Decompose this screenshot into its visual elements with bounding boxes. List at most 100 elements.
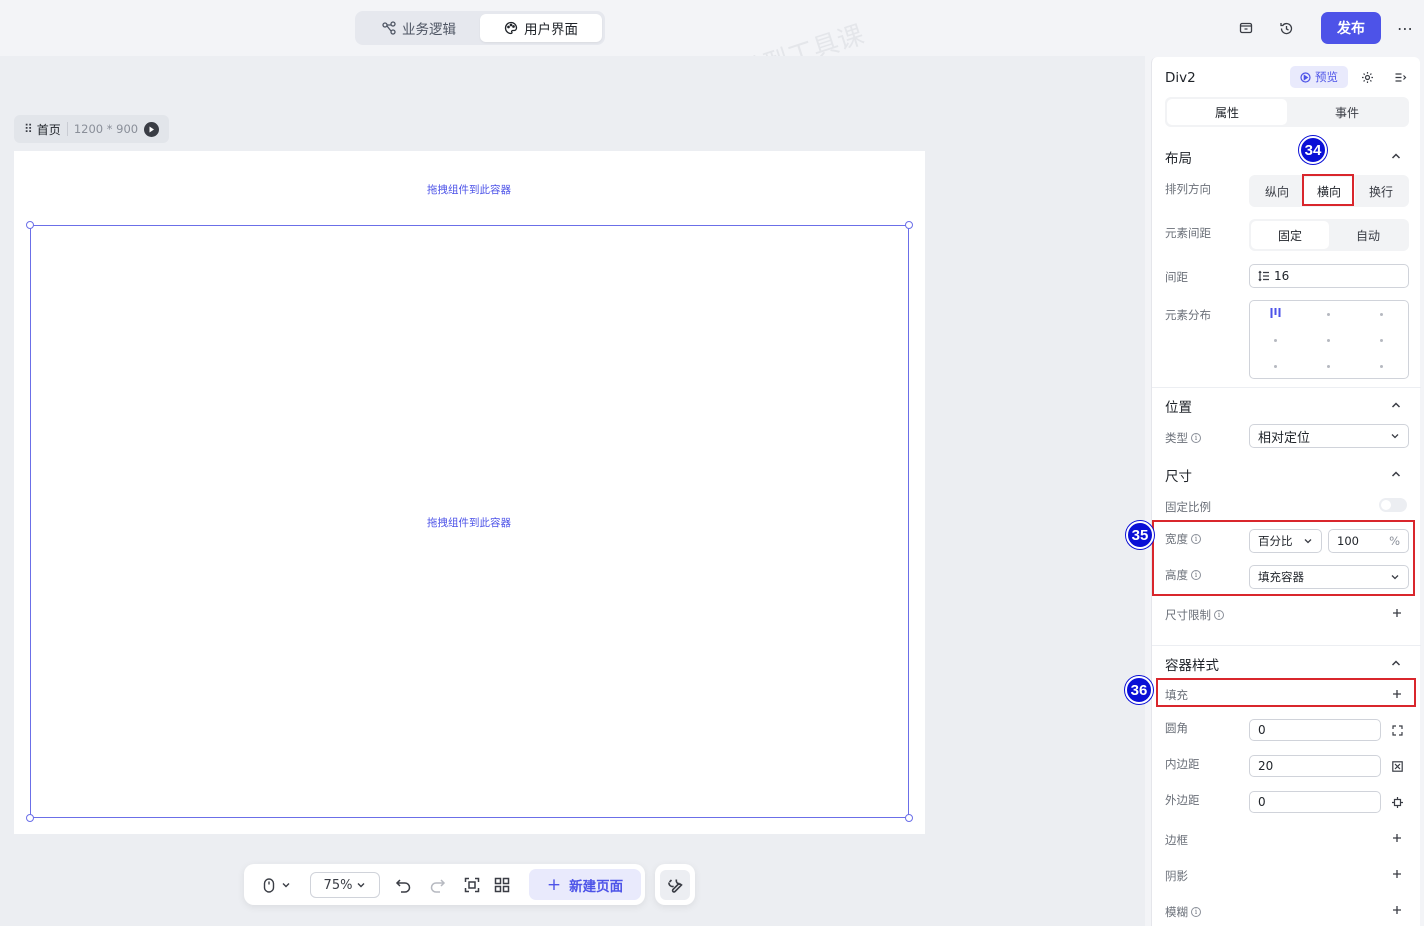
- blur-text: 模糊: [1165, 905, 1188, 919]
- mouse-mode-button[interactable]: [256, 872, 298, 898]
- zoom-select[interactable]: 75%: [310, 872, 380, 898]
- margin-input[interactable]: 0: [1249, 791, 1381, 813]
- component-title: Div2: [1165, 70, 1196, 86]
- gap-input[interactable]: 16: [1249, 264, 1409, 288]
- redo-icon: [430, 878, 445, 893]
- add-size-limit-button[interactable]: [1390, 606, 1404, 620]
- tab-business-logic[interactable]: 业务逻辑: [358, 14, 480, 42]
- save-icon[interactable]: [1235, 17, 1257, 39]
- info-icon[interactable]: i: [1191, 433, 1201, 443]
- resize-handle[interactable]: [26, 814, 34, 822]
- distribution-dot[interactable]: [1327, 313, 1330, 316]
- distribution-dot[interactable]: [1274, 365, 1277, 368]
- drop-hint: 拖拽组件到此容器: [427, 184, 511, 196]
- undo-button[interactable]: [392, 872, 414, 898]
- margin-sides-icon[interactable]: [1390, 795, 1404, 809]
- annotation-box-direction: [1302, 174, 1354, 206]
- radius-value: 0: [1258, 723, 1266, 737]
- info-icon[interactable]: i: [1191, 907, 1201, 917]
- grid-button[interactable]: [492, 872, 512, 898]
- drag-handle-icon[interactable]: ⠿: [24, 122, 33, 136]
- fit-screen-button[interactable]: [462, 872, 482, 898]
- divider: [1152, 387, 1421, 388]
- drop-hint: 拖拽组件到此容器: [427, 517, 511, 529]
- wrench-icon: [668, 878, 683, 893]
- chevron-down-icon: [282, 883, 290, 888]
- section-title-size: 尺寸: [1165, 469, 1192, 485]
- blur-label: 模糊 i: [1165, 904, 1201, 920]
- history-icon[interactable]: [1275, 17, 1297, 39]
- chevron-down-icon: [357, 883, 365, 888]
- fit-screen-icon: [464, 877, 480, 893]
- tab-label: 业务逻辑: [402, 22, 456, 38]
- chevron-up-icon[interactable]: [1388, 466, 1404, 482]
- shadow-label: 阴影: [1165, 869, 1188, 883]
- spacing-fixed[interactable]: 固定: [1251, 221, 1329, 249]
- grid-icon: [494, 877, 510, 893]
- annotation-badge-34: 34: [1299, 136, 1327, 164]
- distribution-dot[interactable]: [1327, 339, 1330, 342]
- distribution-dot[interactable]: [1274, 339, 1277, 342]
- add-shadow-button[interactable]: [1390, 867, 1404, 881]
- panel-tabs: 属性 事件: [1165, 97, 1409, 127]
- annotation-badge-35: 35: [1126, 521, 1154, 549]
- gear-icon[interactable]: [1358, 68, 1376, 86]
- distribution-dot[interactable]: [1327, 365, 1330, 368]
- distribution-dot[interactable]: [1380, 365, 1383, 368]
- direction-vertical[interactable]: 纵向: [1251, 177, 1303, 205]
- ratio-label: 固定比例: [1165, 500, 1211, 514]
- info-icon[interactable]: i: [1214, 610, 1224, 620]
- padding-value: 20: [1258, 759, 1274, 773]
- gap-label: 间距: [1165, 270, 1188, 284]
- spacing-mode-selector: 固定 自动: [1249, 219, 1409, 251]
- more-icon[interactable]: ⋯: [1394, 17, 1416, 39]
- page-size: 1200 * 900: [66, 122, 138, 136]
- palette-icon: [504, 21, 518, 35]
- add-blur-button[interactable]: [1390, 903, 1404, 917]
- position-type-select[interactable]: 相对定位: [1249, 424, 1409, 448]
- add-border-button[interactable]: [1390, 831, 1404, 845]
- top-bar: 业务逻辑 用户界面 发布 ⋯: [0, 0, 1424, 56]
- chevron-up-icon[interactable]: [1388, 148, 1404, 164]
- page-tag[interactable]: ⠿ 首页 1200 * 900: [14, 115, 169, 143]
- padding-label: 内边距: [1165, 757, 1200, 771]
- divider: [1152, 645, 1421, 646]
- spacing-icon: [1258, 270, 1269, 282]
- new-page-button[interactable]: + 新建页面: [529, 869, 641, 900]
- mouse-icon: [263, 877, 275, 893]
- preview-button[interactable]: 预览: [1290, 66, 1348, 88]
- redo-button[interactable]: [426, 872, 448, 898]
- tab-events[interactable]: 事件: [1287, 99, 1407, 125]
- tab-label: 用户界面: [524, 22, 578, 38]
- distribution-dot[interactable]: [1380, 339, 1383, 342]
- direction-label: 排列方向: [1165, 182, 1211, 196]
- distribution-grid[interactable]: [1249, 300, 1409, 379]
- radius-label: 圆角: [1165, 721, 1188, 735]
- mode-switch: 业务逻辑 用户界面: [355, 11, 605, 45]
- tab-properties[interactable]: 属性: [1167, 99, 1287, 125]
- tab-user-interface[interactable]: 用户界面: [480, 14, 602, 42]
- position-type-text: 类型: [1165, 431, 1188, 445]
- tools-button[interactable]: [655, 864, 695, 905]
- chevron-up-icon[interactable]: [1388, 655, 1404, 671]
- radius-input[interactable]: 0: [1249, 719, 1381, 741]
- direction-wrap[interactable]: 换行: [1355, 177, 1407, 205]
- publish-button[interactable]: 发布: [1321, 12, 1381, 44]
- undo-icon: [395, 878, 410, 893]
- align-top-left-icon[interactable]: [1270, 308, 1281, 320]
- page-name: 首页: [36, 122, 61, 137]
- annotation-box-fill: [1156, 678, 1416, 707]
- plus-icon: +: [546, 874, 562, 895]
- play-icon[interactable]: [144, 121, 160, 137]
- chevron-up-icon[interactable]: [1388, 397, 1404, 413]
- fixed-ratio-toggle[interactable]: [1379, 498, 1407, 512]
- distribution-dot[interactable]: [1380, 313, 1383, 316]
- spacing-auto[interactable]: 自动: [1329, 221, 1407, 249]
- corner-radius-icon[interactable]: [1390, 723, 1404, 737]
- resize-handle[interactable]: [26, 221, 34, 229]
- resize-handle[interactable]: [905, 814, 913, 822]
- resize-handle[interactable]: [905, 221, 913, 229]
- padding-input[interactable]: 20: [1249, 755, 1381, 777]
- collapse-panel-icon[interactable]: [1391, 68, 1409, 86]
- padding-sides-icon[interactable]: [1390, 759, 1404, 773]
